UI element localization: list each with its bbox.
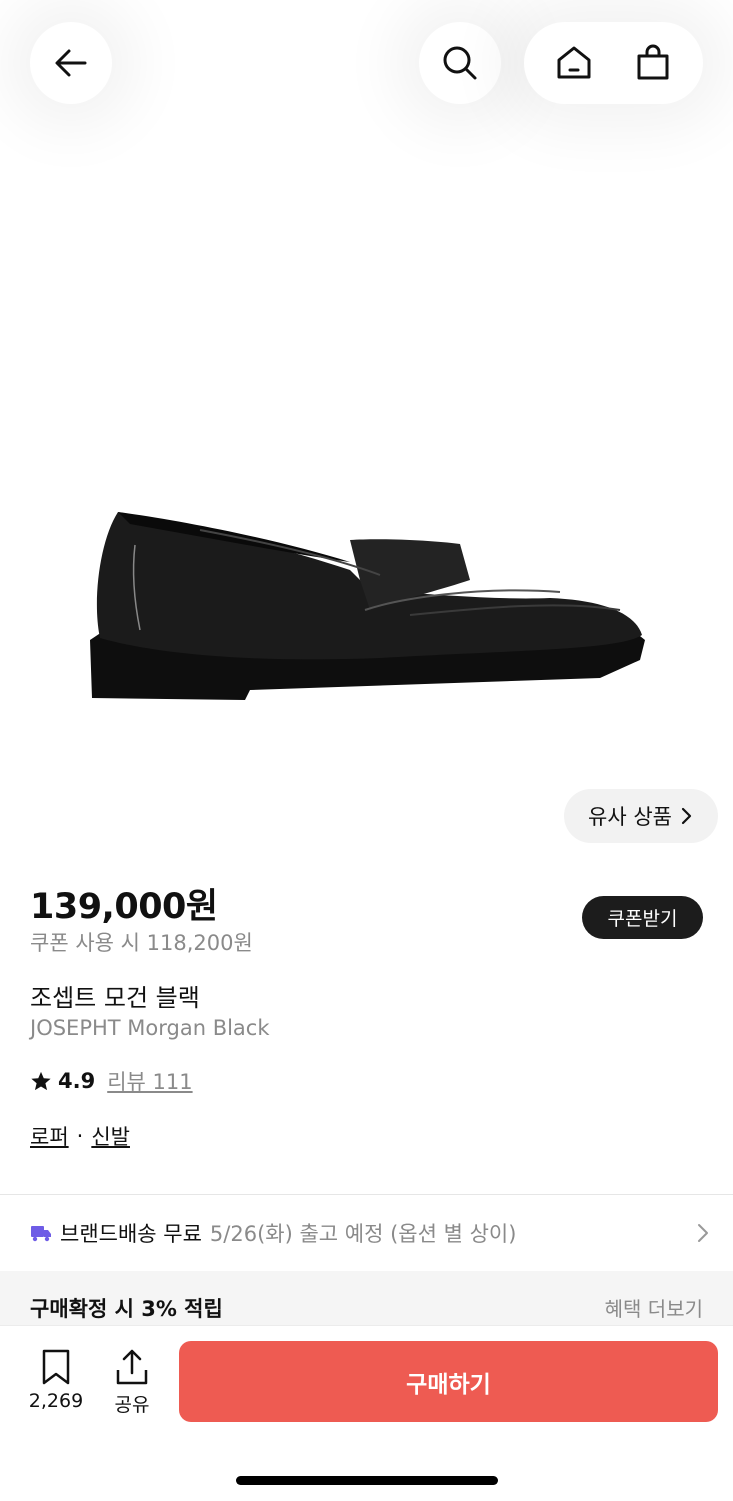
review-link[interactable]: 리뷰 111 [107,1066,192,1096]
chevron-right-icon [680,807,694,825]
category-link-shoes[interactable]: 신발 [91,1121,130,1151]
bookmark-count: 2,269 [28,1390,84,1412]
home-indicator [236,1476,498,1485]
category-link-loafer[interactable]: 로퍼 [30,1121,69,1151]
share-icon [104,1348,160,1386]
back-button[interactable] [30,22,112,104]
get-coupon-button[interactable]: 쿠폰받기 [582,896,703,939]
product-price: 139,000원 [30,887,218,927]
delivery-label: 브랜드배송 무료 [60,1222,202,1246]
delivery-detail: 5/26(화) 출고 예정 (옵션 별 상이) [209,1222,517,1246]
separator-dot: · [76,1124,84,1148]
category-breadcrumb: 로퍼 · 신발 [30,1121,130,1151]
rating-row: 4.9 리뷰 111 [30,1066,193,1096]
benefit-title: 구매확정 시 3% 적립 [30,1297,223,1321]
shopping-bag-icon[interactable] [633,43,673,83]
coupon-price: 쿠폰 사용 시 118,200원 [30,931,253,955]
section-divider [0,1194,733,1195]
home-icon[interactable] [554,43,594,83]
rating-value: 4.9 [58,1069,96,1093]
chevron-right-icon [696,1222,710,1244]
truck-icon [30,1224,52,1242]
buy-button[interactable]: 구매하기 [179,1341,718,1422]
similar-products-label: 유사 상품 [588,805,672,829]
share-button[interactable]: 공유 [104,1348,160,1417]
search-icon [440,43,480,83]
share-label: 공유 [114,1394,150,1416]
star-icon [30,1070,52,1092]
product-name-english: JOSEPHT Morgan Black [30,1016,270,1040]
delivery-info-row[interactable]: 브랜드배송 무료 5/26(화) 출고 예정 (옵션 별 상이) [30,1212,710,1254]
search-button[interactable] [419,22,501,104]
back-arrow-icon [51,43,91,83]
bookmark-button[interactable]: 2,269 [22,1348,90,1412]
product-name-korean: 조셉트 모건 블랙 [30,984,200,1012]
benefit-more-link[interactable]: 혜택 더보기 [605,1293,703,1322]
bottom-action-bar: 2,269 공유 구매하기 [0,1325,733,1501]
home-cart-group [524,22,703,104]
benefit-section: 구매확정 시 3% 적립 혜택 더보기 [0,1271,733,1331]
bookmark-icon [22,1348,90,1386]
product-image [80,500,660,730]
similar-products-button[interactable]: 유사 상품 [564,789,718,843]
